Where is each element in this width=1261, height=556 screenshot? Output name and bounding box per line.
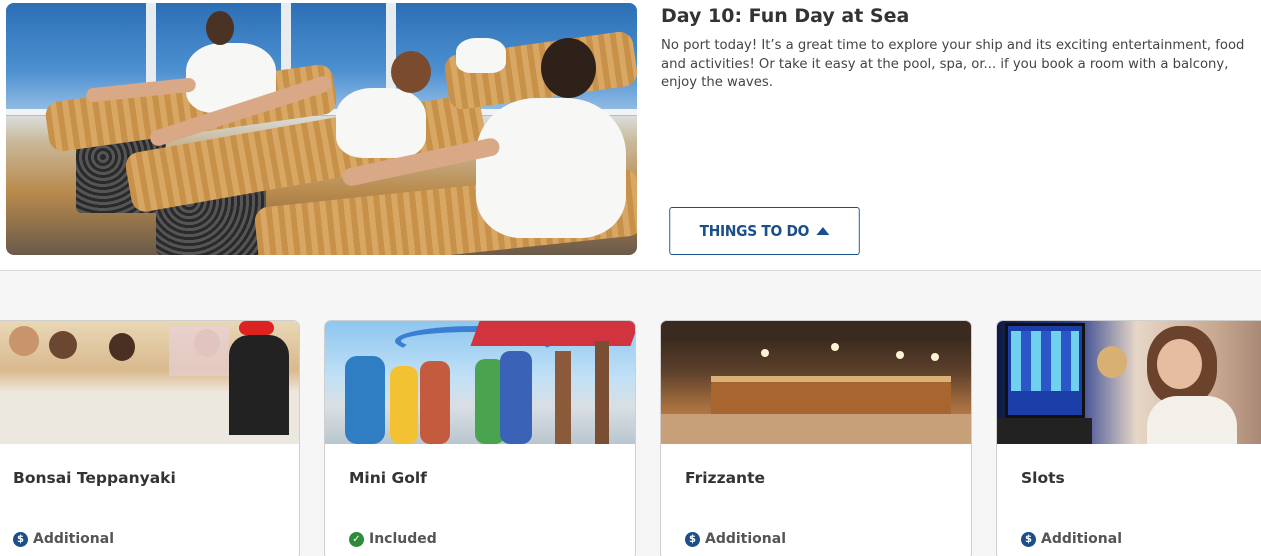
price-badge-label: Additional: [1041, 531, 1122, 547]
slot-machine-base: [997, 418, 1092, 444]
person: [345, 356, 385, 444]
robe: [476, 98, 626, 238]
bar-counter: [711, 379, 951, 414]
person: [500, 351, 532, 444]
dollar-icon: $: [1021, 531, 1036, 547]
pendant-light: [896, 351, 904, 359]
floor: [661, 414, 971, 444]
activity-photo: [0, 321, 299, 444]
pendant-light: [831, 343, 839, 351]
chef: [229, 335, 289, 435]
person-head: [541, 38, 596, 98]
price-badge: $ Additional: [13, 531, 114, 547]
activity-photo: [997, 321, 1261, 444]
check-icon: ✓: [349, 531, 364, 547]
dollar-icon: $: [13, 531, 28, 547]
day-title: Day 10: Fun Day at Sea: [661, 5, 910, 27]
pendant-light: [931, 353, 939, 361]
day-description: No port today! It’s a great time to expl…: [661, 38, 1245, 90]
caret-up-icon: [816, 227, 830, 235]
ceiling: [661, 321, 971, 341]
person-head: [109, 333, 135, 361]
person: [390, 366, 418, 444]
price-badge-label: Included: [369, 531, 437, 547]
card-title: Frizzante: [685, 469, 766, 487]
person-face: [1157, 339, 1202, 389]
mast: [555, 351, 571, 444]
slot-reels: [1011, 331, 1079, 391]
person-head: [206, 11, 234, 45]
decor: [169, 326, 229, 376]
robe: [456, 38, 506, 73]
price-badge-label: Additional: [705, 531, 786, 547]
mast: [595, 341, 609, 444]
person-head: [49, 331, 77, 359]
dollar-icon: $: [685, 531, 700, 547]
activity-card-bonsai-teppanyaki[interactable]: Bonsai Teppanyaki $ Additional: [0, 320, 300, 556]
person-head: [1097, 346, 1127, 378]
pendant-light: [761, 349, 769, 357]
chef-hat: [239, 321, 274, 335]
card-title: Slots: [1021, 469, 1065, 487]
activity-card-frizzante[interactable]: Frizzante $ Additional: [660, 320, 972, 556]
activity-photo: [325, 321, 635, 444]
price-badge: $ Additional: [1021, 531, 1122, 547]
price-badge: $ Additional: [685, 531, 786, 547]
person-head: [391, 51, 431, 93]
slide-structure: [470, 321, 635, 346]
activity-card-slots[interactable]: Slots $ Additional: [996, 320, 1261, 556]
bar-top: [711, 376, 951, 382]
person: [420, 361, 450, 444]
activity-photo: [661, 321, 971, 444]
things-to-do-label: THINGS TO DO: [699, 222, 810, 240]
activity-card-mini-golf[interactable]: Mini Golf ✓ Included: [324, 320, 636, 556]
price-badge: ✓ Included: [349, 531, 437, 547]
person-head: [9, 326, 39, 356]
person-shirt: [1147, 396, 1237, 444]
robe: [336, 88, 426, 158]
things-to-do-button[interactable]: THINGS TO DO: [669, 207, 860, 255]
price-badge-label: Additional: [33, 531, 114, 547]
card-title: Mini Golf: [349, 469, 427, 487]
spa-hero-image: [6, 3, 637, 255]
card-title: Bonsai Teppanyaki: [13, 469, 176, 487]
